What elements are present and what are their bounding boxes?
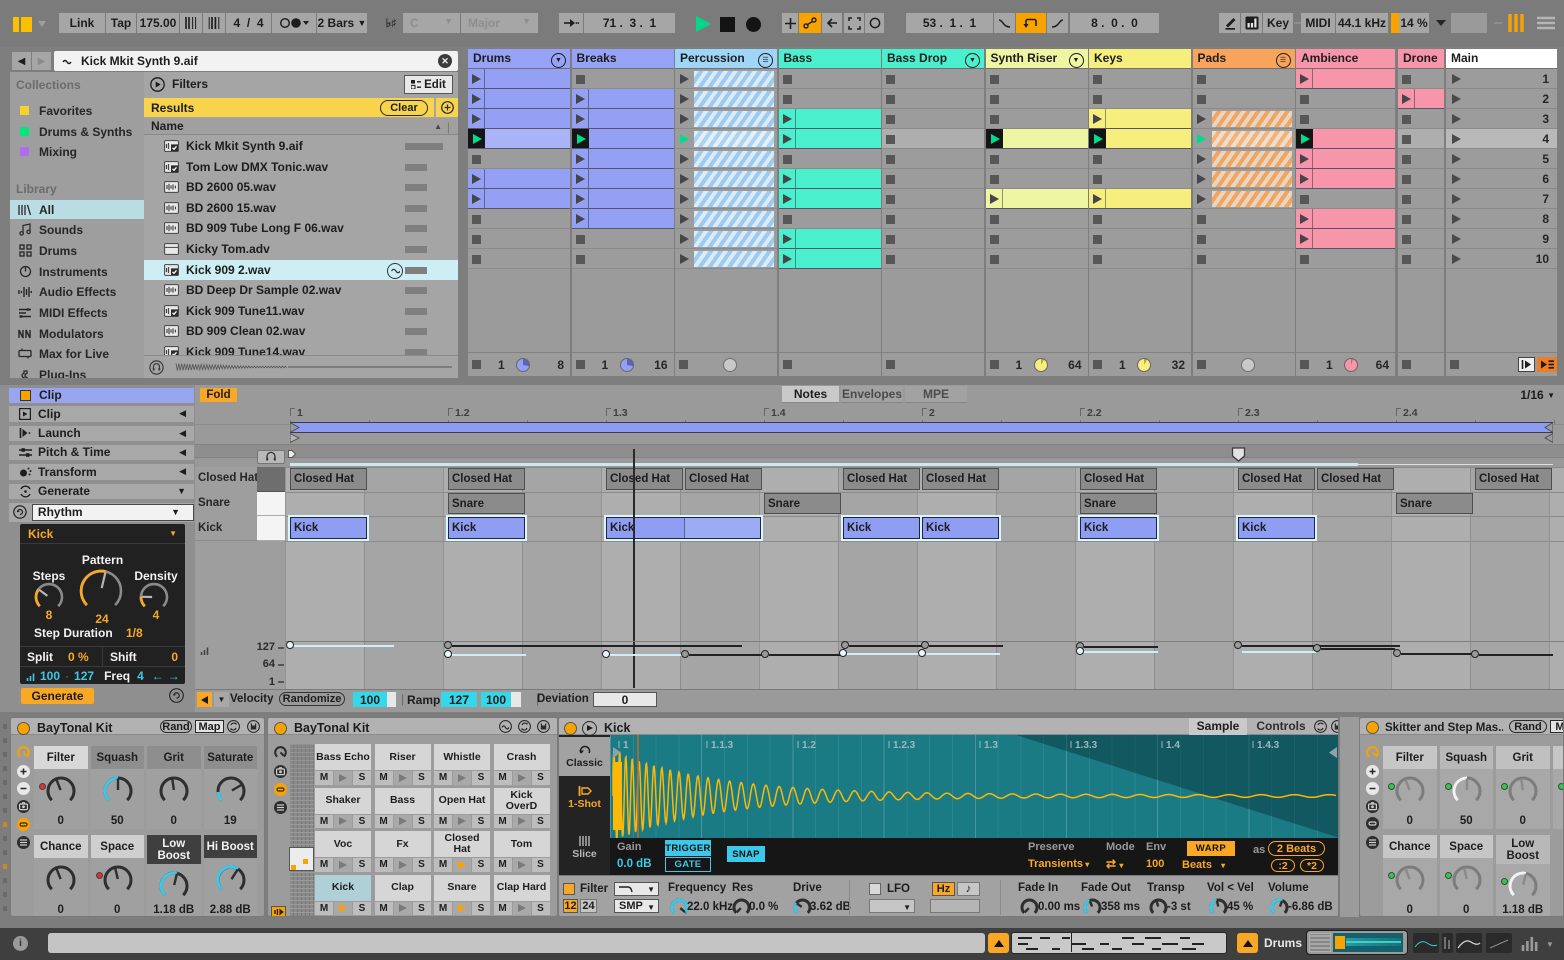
svg-text:1: 1 [623,740,629,751]
svg-text:1.1.3: 1.1.3 [711,740,734,751]
svg-text:1.2: 1.2 [802,740,816,751]
svg-text:1.2.3: 1.2.3 [893,740,916,751]
svg-text:1.3: 1.3 [984,740,998,751]
svg-text:1.4.3: 1.4.3 [1257,740,1280,751]
svg-text:1.3.3: 1.3.3 [1075,740,1098,751]
svg-text:1.4: 1.4 [1166,740,1180,751]
